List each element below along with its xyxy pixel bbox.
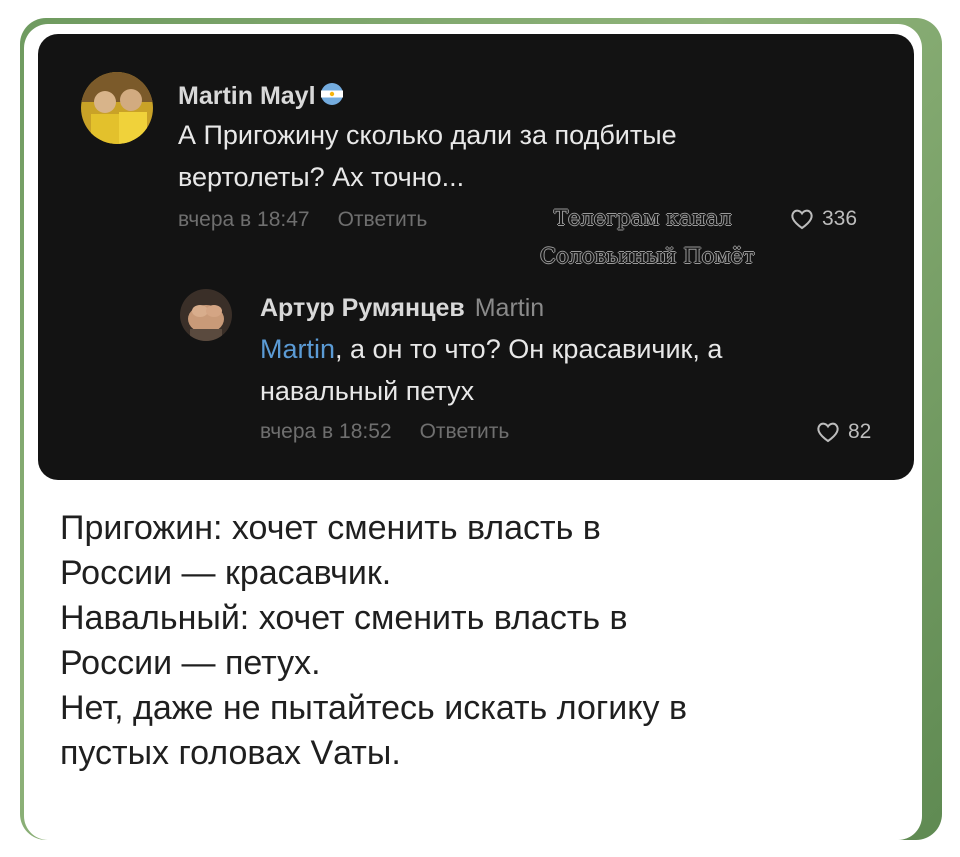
caption-line: пустых головах Vаты. [60, 734, 401, 772]
caption-line: России — петух. [60, 644, 321, 682]
comment-meta: вчера в 18:47 Ответить [178, 208, 427, 232]
argentina-flag-icon [320, 82, 344, 113]
comments-screenshot: Martin Mayl А Пригожину сколько дали за … [38, 34, 914, 480]
avatar-martin[interactable] [81, 72, 153, 144]
comment-text-line: Martin, а он то что? Он красавичик, а [260, 328, 722, 370]
watermark-line-2: Соловьиный Помёт [540, 244, 755, 268]
comment-text: Martin, а он то что? Он красавичик, а на… [260, 328, 722, 412]
comment-author[interactable]: Артур Румянцев Martin [260, 294, 544, 323]
caption-line: Навальный: хочет сменить власть в [60, 599, 628, 637]
comment-meta: вчера в 18:52 Ответить [260, 420, 509, 444]
comment-text-rest: , а он то что? Он красавичик, а [335, 334, 723, 364]
post-card: Martin Mayl А Пригожину сколько дали за … [24, 24, 922, 840]
caption-line: Нет, даже не пытайтесь искать логику в [60, 689, 688, 727]
avatar-artur[interactable] [180, 289, 232, 341]
comment-time: вчера в 18:47 [178, 208, 310, 231]
post-caption: Пригожин: хочет сменить власть в России … [60, 506, 910, 776]
comment-text: А Пригожину сколько дали за подбитые вер… [178, 114, 677, 198]
like-button[interactable]: 82 [816, 420, 871, 444]
like-button[interactable]: 336 [790, 207, 857, 231]
like-count: 82 [848, 420, 872, 443]
caption-line: Пригожин: хочет сменить власть в [60, 509, 601, 547]
reply-button[interactable]: Ответить [420, 420, 510, 443]
author-name: Martin Mayl [178, 82, 316, 111]
heart-icon [790, 208, 814, 230]
author-name: Артур Румянцев [260, 294, 465, 322]
like-count: 336 [822, 207, 858, 230]
watermark-line-1: Телеграм канал [554, 206, 732, 230]
heart-icon [816, 421, 840, 443]
comment-text-line: вертолеты? Ах точно... [178, 162, 465, 192]
reply-to-name[interactable]: Martin [475, 294, 544, 322]
comment-text-line: А Пригожину сколько дали за подбитые [178, 120, 677, 150]
mention-link[interactable]: Martin [260, 334, 335, 364]
comment-author[interactable]: Martin Mayl [178, 82, 344, 113]
reply-button[interactable]: Ответить [338, 208, 428, 231]
comment-text-line: навальный петух [260, 376, 475, 406]
caption-line: России — красавчик. [60, 554, 392, 592]
comment-time: вчера в 18:52 [260, 420, 392, 443]
